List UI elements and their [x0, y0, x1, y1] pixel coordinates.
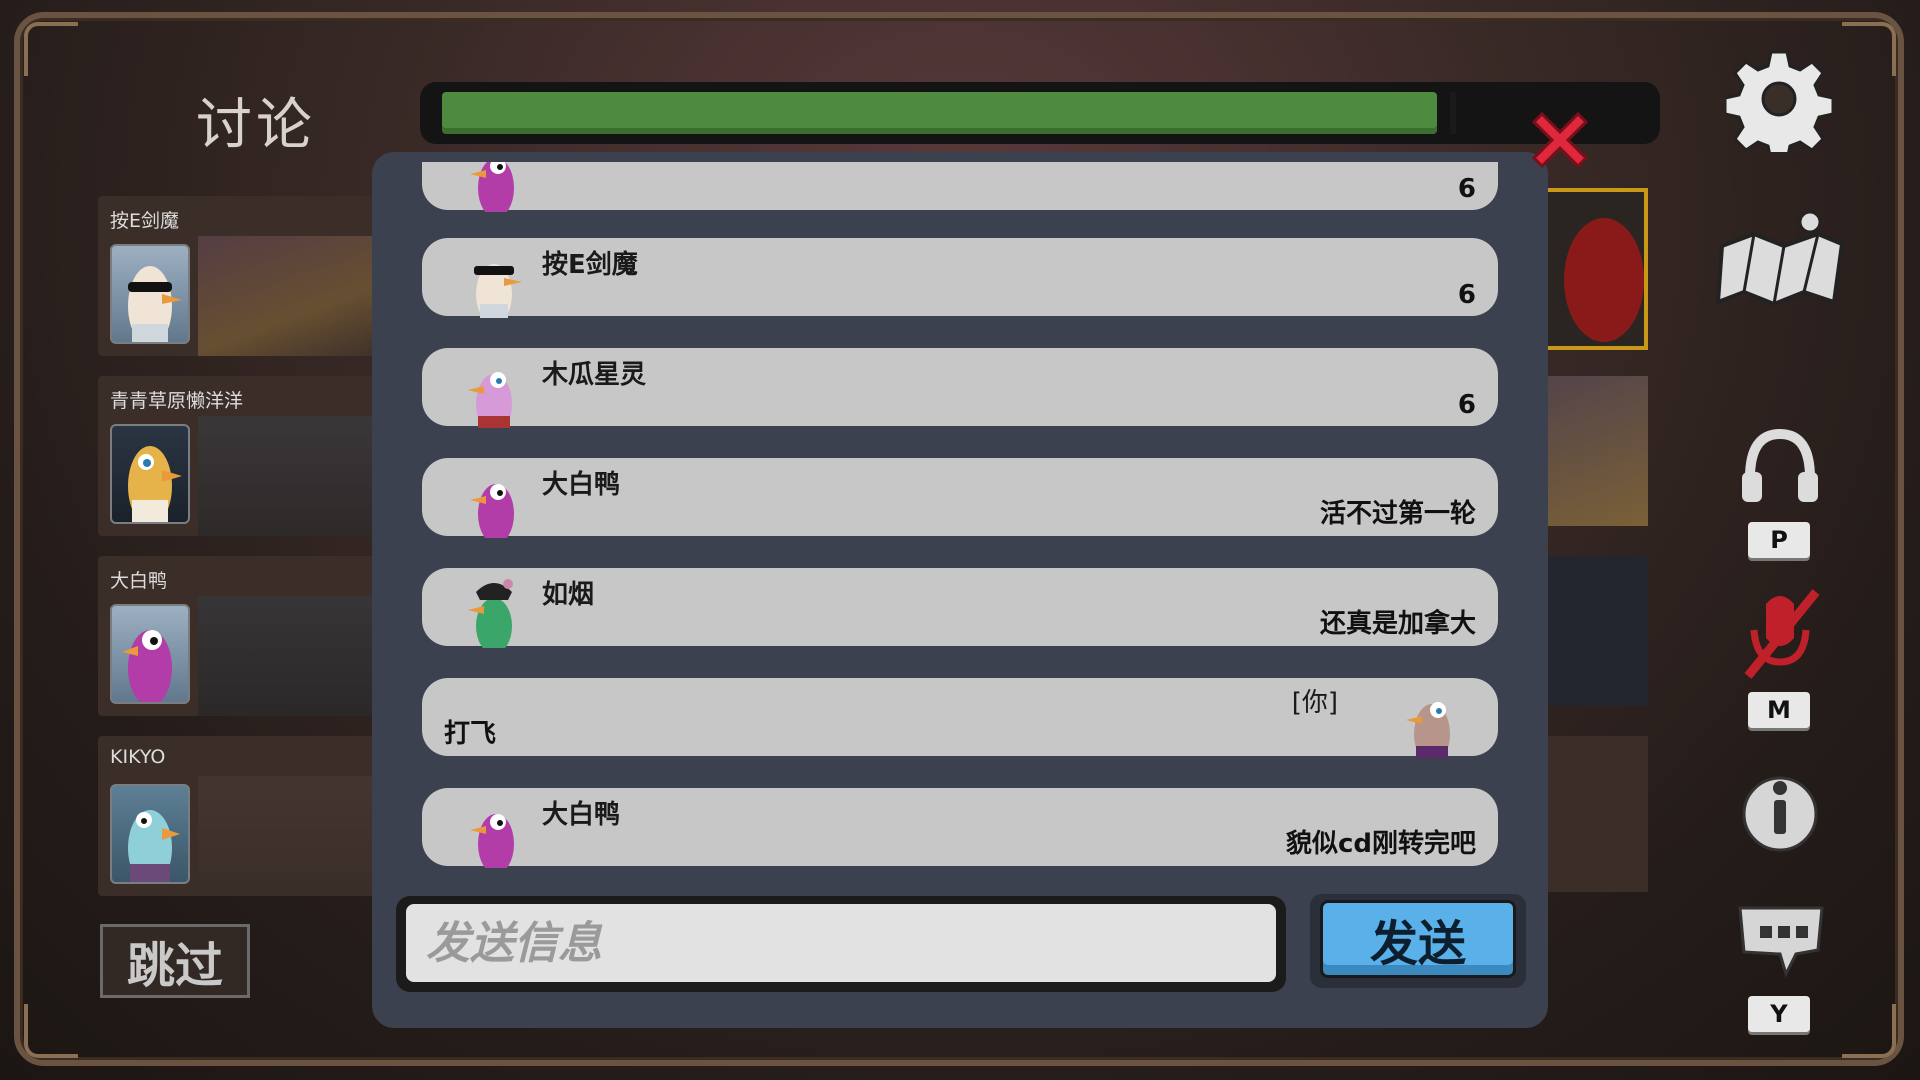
player-avatar — [110, 604, 190, 704]
info-icon[interactable] — [1742, 770, 1818, 852]
message-author: 木瓜星灵 — [542, 360, 647, 390]
page-title: 讨论 — [196, 93, 316, 158]
avatar — [464, 162, 524, 212]
player-card[interactable]: KIKYO — [98, 736, 398, 896]
chat-messages[interactable]: 6 按E剑魔 6 木瓜星灵 6 大白鸭 活不过第一轮 如烟 还真是加拿大 [你]… — [372, 162, 1548, 872]
message-text: 活不过第一轮 — [1319, 499, 1476, 529]
avatar — [464, 354, 524, 428]
emote-key: Y — [1748, 996, 1810, 1032]
headphones-icon[interactable] — [1740, 428, 1820, 504]
player-name: 按E剑魔 — [110, 210, 180, 232]
card-scenery — [1540, 376, 1648, 526]
message-author: 如烟 — [542, 580, 595, 610]
player-card[interactable]: 大白鸭 — [98, 556, 398, 716]
message-text: 还真是加拿大 — [1319, 609, 1476, 639]
you-tag: [你] — [1291, 688, 1338, 718]
chat-message-self: [你] 打飞 — [422, 678, 1498, 758]
avatar — [464, 244, 524, 318]
red-egg-icon — [1564, 218, 1644, 342]
emote-icon[interactable] — [1734, 900, 1828, 982]
frame-corner — [1842, 1004, 1896, 1058]
chat-message: 大白鸭 貌似cd刚转完吧 — [422, 788, 1498, 868]
message-text: 6 — [1457, 390, 1476, 420]
chat-message: 按E剑魔 6 — [422, 238, 1498, 318]
gear-icon[interactable] — [1726, 46, 1832, 152]
vote-card[interactable] — [1540, 556, 1648, 706]
muted-mic-icon[interactable] — [1736, 584, 1824, 684]
card-scenery — [198, 596, 398, 716]
message-text: 6 — [1457, 280, 1476, 310]
map-icon[interactable] — [1714, 206, 1848, 316]
avatar — [464, 794, 524, 868]
chat-message: 如烟 还真是加拿大 — [422, 568, 1498, 648]
avatar — [464, 464, 524, 538]
mute-key: M — [1748, 692, 1810, 728]
vote-card-selected[interactable] — [1540, 188, 1648, 350]
message-text: 打飞 — [444, 719, 497, 749]
frame-corner — [1842, 22, 1896, 76]
message-input[interactable] — [406, 904, 1276, 982]
vote-card[interactable] — [1540, 736, 1648, 892]
message-author: 大白鸭 — [542, 800, 621, 830]
card-scenery — [198, 236, 398, 356]
frame-corner — [24, 22, 78, 76]
send-button[interactable]: 发送 — [1320, 900, 1516, 978]
player-avatar — [110, 784, 190, 884]
avatar — [1402, 684, 1462, 758]
player-avatar — [110, 244, 190, 344]
avatar — [464, 574, 524, 648]
chat-message: 6 — [422, 162, 1498, 212]
message-text: 貌似cd刚转完吧 — [1285, 829, 1476, 859]
player-name: KIKYO — [110, 746, 166, 768]
message-author: 按E剑魔 — [542, 250, 638, 280]
message-text: 6 — [1457, 174, 1476, 204]
vote-card[interactable] — [1540, 376, 1648, 526]
card-scenery — [198, 416, 398, 536]
player-name: 青青草原懒洋洋 — [110, 390, 244, 412]
close-icon[interactable] — [1524, 104, 1596, 176]
player-name: 大白鸭 — [110, 570, 168, 592]
player-card[interactable]: 青青草原懒洋洋 — [98, 376, 398, 536]
chat-message: 大白鸭 活不过第一轮 — [422, 458, 1498, 538]
timer-tick — [1450, 92, 1456, 134]
timer-fill — [442, 92, 1437, 134]
player-avatar — [110, 424, 190, 524]
frame-corner — [24, 1004, 78, 1058]
voice-key: P — [1748, 522, 1810, 558]
message-author: 大白鸭 — [542, 470, 621, 500]
player-card[interactable]: 按E剑魔 — [98, 196, 398, 356]
chat-message: 木瓜星灵 6 — [422, 348, 1498, 428]
card-scenery — [198, 776, 398, 896]
skip-button[interactable]: 跳过 — [100, 924, 250, 998]
